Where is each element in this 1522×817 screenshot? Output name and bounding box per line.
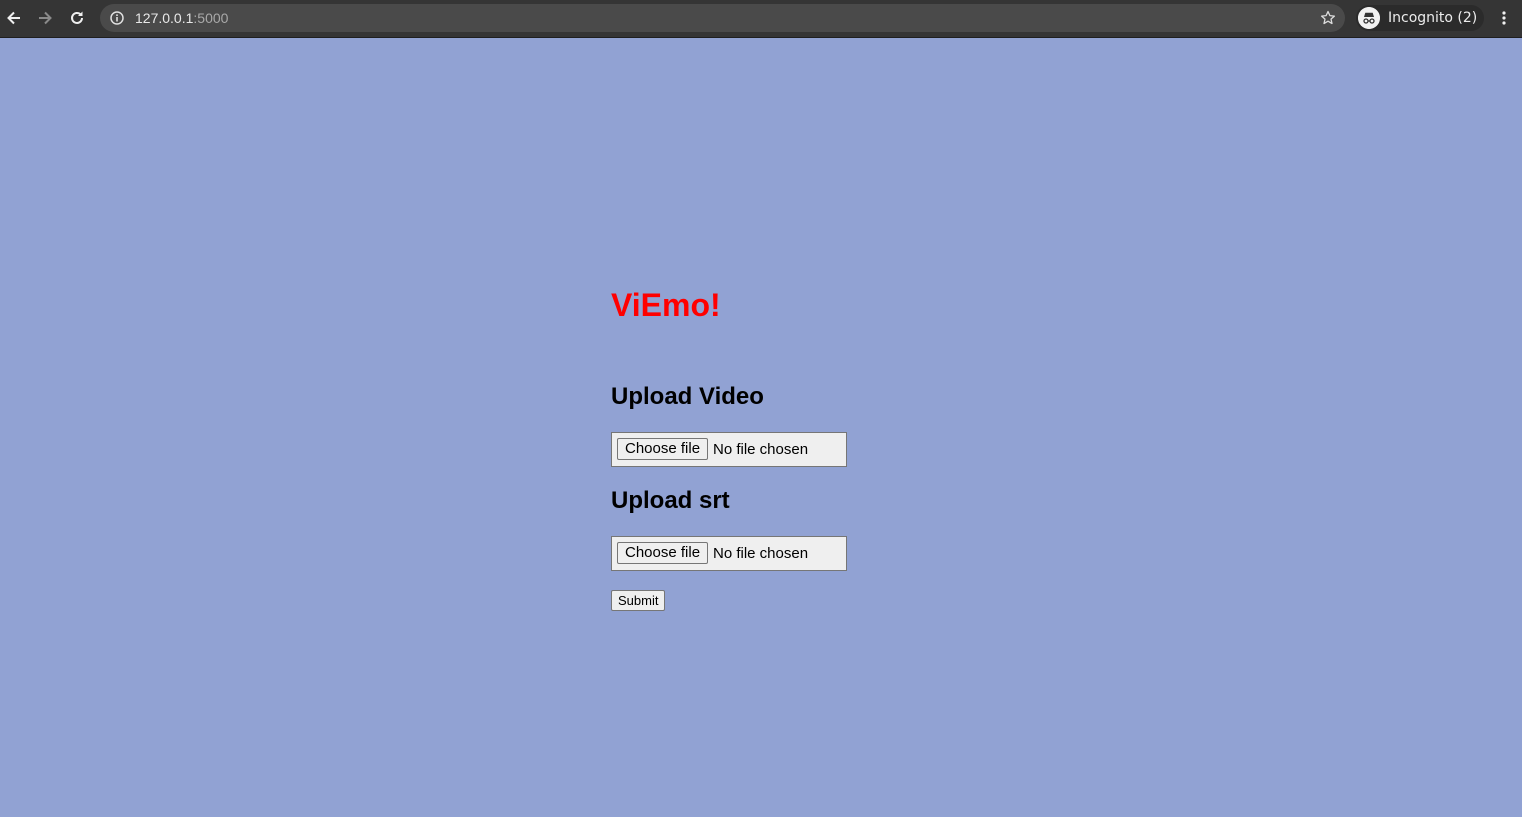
browser-toolbar: 127.0.0.1:5000 Incognito (2): [0, 0, 1522, 38]
page-title: ViEmo!: [611, 287, 721, 323]
browser-menu-button[interactable]: [1494, 5, 1514, 31]
info-icon[interactable]: [110, 11, 124, 25]
profile-label: Incognito (2): [1388, 10, 1478, 26]
submit-button[interactable]: Submit: [611, 590, 666, 611]
url-port: :5000: [193, 10, 229, 26]
upload-srt-heading: Upload srt: [611, 487, 730, 514]
back-arrow-icon: [7, 11, 20, 25]
profile-button[interactable]: Incognito (2): [1356, 5, 1484, 31]
back-button[interactable]: [1, 5, 27, 31]
reload-button[interactable]: [64, 5, 90, 31]
srt-file-status: No file chosen: [713, 545, 809, 562]
forward-arrow-icon: [39, 11, 52, 25]
incognito-icon: [1358, 7, 1380, 29]
star-icon[interactable]: [1320, 10, 1336, 26]
video-file-input[interactable]: Choose file No file chosen: [611, 432, 847, 467]
url-text[interactable]: 127.0.0.1:5000: [135, 10, 228, 26]
video-file-status: No file chosen: [713, 441, 809, 458]
choose-srt-file-button[interactable]: Choose file: [617, 542, 709, 564]
choose-video-file-button[interactable]: Choose file: [617, 438, 709, 460]
url-host: 127.0.0.1: [135, 10, 194, 26]
forward-button[interactable]: [32, 5, 58, 31]
address-bar[interactable]: 127.0.0.1:5000: [100, 4, 1345, 32]
upload-video-heading: Upload Video: [611, 383, 764, 410]
reload-icon: [71, 11, 83, 24]
more-vertical-icon: [1502, 11, 1506, 25]
srt-file-input[interactable]: Choose file No file chosen: [611, 536, 847, 571]
